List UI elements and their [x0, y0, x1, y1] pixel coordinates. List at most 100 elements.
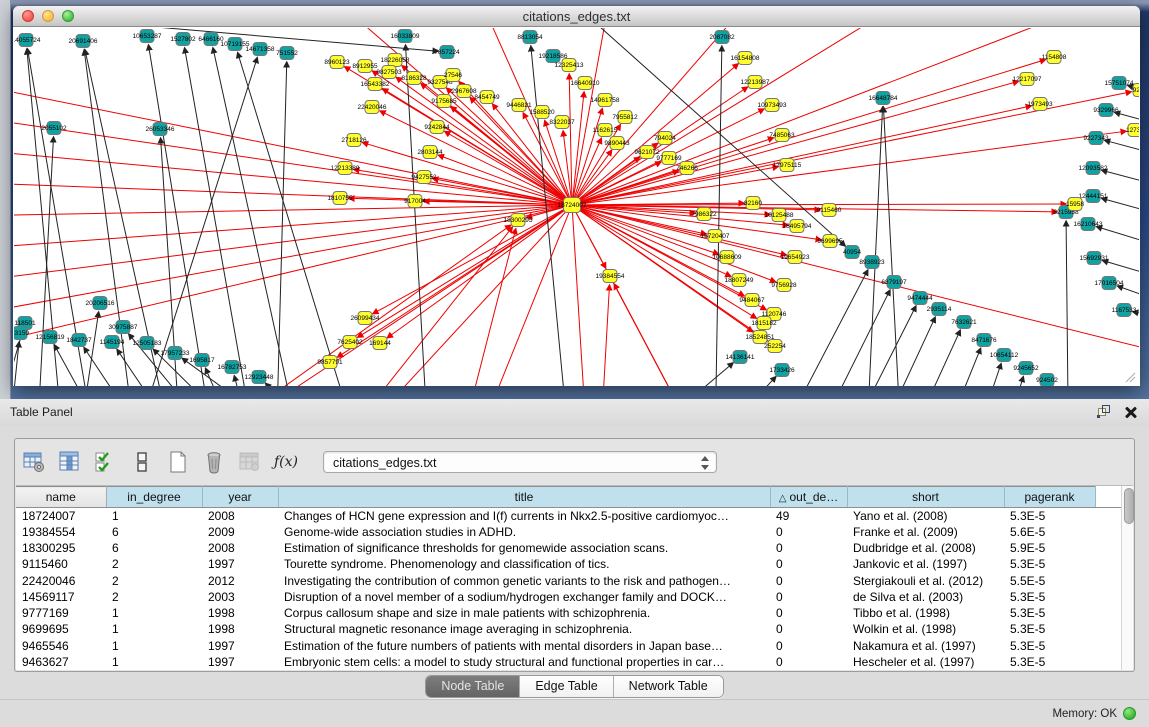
graph-edge[interactable]	[614, 284, 754, 386]
graph-edge[interactable]	[34, 137, 54, 386]
close-panel-icon[interactable]	[1125, 406, 1137, 418]
table-cell[interactable]: de Silva et al. (2003)	[847, 589, 1004, 605]
table-cell[interactable]: 1997	[202, 654, 278, 670]
graph-node[interactable]: 169144	[369, 337, 391, 350]
table-cell[interactable]: Jankovic et al. (1997)	[847, 556, 1004, 572]
graph-node[interactable]: 2055102	[41, 122, 67, 135]
graph-node[interactable]: 9857791	[317, 356, 343, 369]
table-row[interactable]: 2242004622012Investigating the contribut…	[16, 573, 1121, 589]
graph-node[interactable]: 16648784	[869, 92, 898, 105]
graph-node[interactable]: 20206516	[86, 297, 115, 310]
graph-node[interactable]: 1588520	[529, 106, 555, 119]
graph-node[interactable]: 12217097	[1013, 73, 1042, 86]
graph-edge[interactable]	[54, 345, 144, 386]
table-cell[interactable]: 0	[770, 573, 847, 589]
graph-edge[interactable]	[14, 342, 19, 386]
graph-node[interactable]: 12734	[1126, 124, 1139, 137]
table-row[interactable]: 1872400712008Changes of HCN gene express…	[16, 508, 1121, 524]
graph-node[interactable]: 2087082	[709, 31, 735, 44]
graph-node[interactable]: 252254	[764, 340, 786, 353]
table-scrollbar[interactable]	[1121, 486, 1133, 670]
graph-edge[interactable]	[148, 45, 224, 386]
table-cell[interactable]: 9699695	[16, 621, 106, 637]
graph-node[interactable]: 9890443	[604, 137, 630, 150]
graph-node[interactable]: 27546	[444, 69, 462, 82]
table-row[interactable]: 977716911998Corpus callosum shape and si…	[16, 605, 1121, 621]
table-cell[interactable]: 1998	[202, 605, 278, 621]
graph-node[interactable]: 12505183	[133, 337, 162, 350]
table-cell[interactable]: 5.3E-5	[1004, 654, 1095, 670]
graph-node[interactable]: 8471676	[971, 334, 997, 347]
graph-node[interactable]: 10654112	[990, 349, 1019, 362]
graph-node[interactable]: 14055724	[14, 34, 41, 47]
graph-node[interactable]: 1145194	[100, 336, 125, 349]
network-graph[interactable]: 1872400714055724206914061065328715278026…	[14, 28, 1139, 386]
tab-network-table[interactable]: Network Table	[613, 676, 723, 697]
graph-node[interactable]: 751552	[276, 47, 298, 60]
tab-edge-table[interactable]: Edge Table	[519, 676, 612, 697]
graph-node[interactable]: 2803144	[417, 146, 443, 159]
table-cell[interactable]: Estimation of significance thresholds fo…	[278, 540, 770, 556]
table-cell[interactable]: Dudbridge et al. (2008)	[847, 540, 1004, 556]
table-cell[interactable]: 14569117	[16, 589, 106, 605]
graph-node[interactable]: 7632621	[951, 316, 977, 329]
graph-node[interactable]: 8912955	[352, 60, 378, 73]
table-cell[interactable]: Investigating the contribution of common…	[278, 573, 770, 589]
create-table-button[interactable]	[165, 448, 191, 476]
table-cell[interactable]: 2012	[202, 573, 278, 589]
graph-node[interactable]: 9699695	[817, 235, 843, 248]
graph-node[interactable]: 14136141	[726, 351, 755, 364]
table-cell[interactable]: Nakamura et al. (1997)	[847, 638, 1004, 654]
table-cell[interactable]: Stergiakouli et al. (2012)	[847, 573, 1004, 589]
table-cell[interactable]: Tourette syndrome. Phenomenology and cla…	[278, 556, 770, 572]
table-cell[interactable]: 0	[770, 589, 847, 605]
table-cell[interactable]: 0	[770, 605, 847, 621]
table-cell[interactable]: 2008	[202, 540, 278, 556]
graph-node[interactable]: 16033809	[391, 30, 420, 43]
graph-node[interactable]: 12923448	[245, 371, 274, 384]
table-cell[interactable]: 1	[106, 654, 202, 670]
graph-edge[interactable]	[580, 207, 1139, 368]
column-header-pagerank[interactable]: pagerank	[1004, 487, 1095, 508]
table-cell[interactable]: Embryonic stem cells: a model to study s…	[278, 654, 770, 670]
graph-node[interactable]: 2935114	[927, 303, 952, 316]
table-cell[interactable]: 9465546	[16, 638, 106, 654]
table-cell[interactable]: 1998	[202, 621, 278, 637]
table-cell[interactable]: 1997	[202, 638, 278, 654]
table-cell[interactable]: 22420046	[16, 573, 106, 589]
table-cell[interactable]: Yano et al. (2008)	[847, 508, 1004, 524]
graph-node[interactable]: 9474444	[907, 292, 933, 305]
graph-node[interactable]: 12093582	[1079, 162, 1108, 175]
graph-node[interactable]: 19384554	[596, 270, 625, 283]
graph-edge[interactable]	[573, 28, 624, 197]
canvas-resize-grip[interactable]	[1126, 373, 1135, 382]
graph-node[interactable]: 7955812	[612, 111, 638, 124]
column-header-title[interactable]: title	[278, 487, 770, 508]
table-cell[interactable]: 6	[106, 540, 202, 556]
table-cell[interactable]: 5.3E-5	[1004, 556, 1095, 572]
graph-node[interactable]: 18226058	[381, 54, 410, 67]
graph-node[interactable]: 19654923	[781, 251, 810, 264]
graph-edge[interactable]	[373, 209, 565, 314]
network-window-titlebar[interactable]: citations_edges.txt	[13, 6, 1140, 27]
graph-edge[interactable]	[1097, 227, 1139, 278]
graph-node[interactable]: 8454749	[474, 91, 500, 104]
graph-node[interactable]: 12213389	[331, 162, 360, 175]
graph-node[interactable]: 917004	[404, 195, 426, 208]
table-row[interactable]: 946554611997Estimation of the future num…	[16, 638, 1121, 654]
graph-edge[interactable]	[274, 227, 512, 386]
graph-edge[interactable]	[580, 92, 1131, 204]
table-cell[interactable]: 5.3E-5	[1004, 508, 1095, 524]
graph-edge[interactable]	[434, 229, 516, 386]
network-canvas[interactable]: 1872400714055724206914061065328715278026…	[14, 28, 1139, 386]
graph-edge[interactable]	[14, 207, 564, 378]
table-row[interactable]: 946362711997Embryonic stem cells: a mode…	[16, 654, 1121, 670]
west-panel-divider[interactable]	[0, 0, 11, 399]
table-cell[interactable]: 5.9E-5	[1004, 540, 1095, 556]
table-cell[interactable]: Changes of HCN gene expression and I(f) …	[278, 508, 770, 524]
table-cell[interactable]: 9777169	[16, 605, 106, 621]
graph-edge[interactable]	[213, 48, 314, 386]
graph-node[interactable]: 8960123	[324, 56, 350, 69]
graph-node[interactable]: 30975887	[109, 321, 138, 334]
table-cell[interactable]: 5.3E-5	[1004, 638, 1095, 654]
